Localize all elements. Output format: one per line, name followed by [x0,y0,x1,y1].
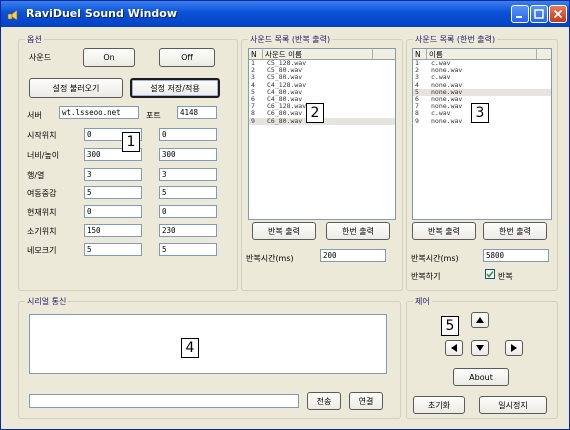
server-input[interactable]: wt.lsseoo.net [59,106,139,119]
option-value-1-input[interactable]: 0 [84,205,142,218]
pause-button[interactable]: 일시정지 [479,396,547,414]
option-value-2-input[interactable]: 3 [159,168,217,181]
about-button[interactable]: About [453,368,509,386]
callout-5: 5 [441,316,459,336]
serial-legend: 시리얼 통신 [25,296,69,307]
arrow-left-icon [451,344,457,352]
load-settings-button[interactable]: 설정 불러오기 [29,78,123,98]
option-row-label: 시작위치 [27,131,57,140]
serial-send-input[interactable] [29,394,299,408]
option-value-2-input[interactable]: 5 [159,186,217,199]
option-value-1-input[interactable]: 5 [84,243,142,256]
option-row-label: 네모크기 [27,246,57,255]
option-value-2-input[interactable]: 300 [159,148,217,161]
right-button[interactable] [505,340,523,356]
left-button[interactable] [445,340,463,356]
close-button[interactable] [549,5,567,23]
title-bar[interactable]: RaviDuel Sound Window [1,1,569,27]
repeat-list-legend: 사운드 목록 (반복 출력) [248,34,333,45]
callout-2: 2 [306,103,324,123]
list-item-name: none.wav [431,116,463,125]
option-row-label: 소기위치 [27,227,57,236]
sound-label: 사운드 [29,53,52,62]
close-icon [553,9,563,19]
control-group: 제어 5 About 초기화 일시정지 [406,296,558,419]
sound-on-button[interactable]: On [83,48,135,67]
minimize-icon [516,16,522,18]
list-item-number: 9 [251,116,255,125]
serial-communication-group: 시리얼 통신 4 전송 연결 [18,296,401,419]
port-input[interactable]: 4148 [177,106,217,119]
repeat-time-label: 반복시간(ms) [411,254,459,263]
repeat-sound-listview[interactable]: N 사운드 이름 1 C5_128.wav 2 C5_80.wav 3 C5_80.wav… [248,48,396,220]
minimize-button[interactable] [511,5,529,23]
callout-1: 1 [122,132,140,152]
control-legend: 제어 [413,296,432,307]
play-once-button[interactable]: 한번 출력 [483,222,547,240]
app-icon [7,9,18,21]
options-legend: 옵션 [25,34,44,45]
reset-button[interactable]: 초기화 [413,396,465,414]
window-title: RaviDuel Sound Window [26,7,178,20]
maximize-button[interactable] [530,5,548,23]
arrow-up-icon [476,317,484,323]
callout-4: 4 [181,338,199,358]
connect-button[interactable]: 연결 [349,392,383,410]
option-value-1-input[interactable]: 150 [84,224,142,237]
option-row-label: 여동중감 [27,189,57,198]
down-button[interactable] [471,340,489,356]
column-n[interactable]: N [413,49,427,59]
app-window: RaviDuel Sound Window 옵션 사운드 On Off 설정 불… [0,0,570,430]
option-value-2-input[interactable]: 0 [159,128,217,141]
repeat-time-input[interactable]: 5800 [483,249,549,262]
server-label: 서버 [27,111,42,120]
option-value-2-input[interactable]: 0 [159,205,217,218]
sound-off-button[interactable]: Off [159,48,215,67]
repeat-toggle-label: 반복하기 [411,272,441,281]
list-item-name: C6_80.wav [267,116,303,125]
repeat-checkbox-caption: 반복 [498,272,513,281]
column-sound-name[interactable]: 사운드 이름 [263,49,373,59]
option-value-2-input[interactable]: 5 [159,243,217,256]
options-group: 옵션 사운드 On Off 설정 불러오기 설정 저장/적용 서버 wt.lss… [18,34,238,291]
once-sound-list-group: 사운드 목록 (한번 출력) N 이름 1 c.wav 2 none.wav 3 c.wa… [406,34,558,291]
checkmark-icon [486,271,494,278]
repeat-sound-list-group: 사운드 목록 (반복 출력) N 사운드 이름 1 C5_128.wav 2 C5_8… [241,34,403,291]
option-value-2-input[interactable]: 230 [159,224,217,237]
port-label: 포트 [146,111,161,120]
maximize-icon [534,9,544,19]
option-value-1-input[interactable]: 3 [84,168,142,181]
repeat-time-label: 반복시간(ms) [246,254,294,263]
repeat-play-button[interactable]: 반복 출력 [252,222,316,240]
callout-3: 3 [471,103,489,123]
send-button[interactable]: 전송 [307,392,341,410]
option-row-label: 행/열 [27,171,45,180]
option-row-label: 현재위치 [27,208,57,217]
list-item-number: 9 [415,116,419,125]
up-button[interactable] [471,312,489,328]
repeat-play-button[interactable]: 반복 출력 [412,222,476,240]
once-list-legend: 사운드 목록 (한번 출력) [413,34,498,45]
play-once-button[interactable]: 한번 출력 [326,222,390,240]
arrow-down-icon [476,345,484,351]
save-apply-settings-button[interactable]: 설정 저장/적용 [130,78,220,98]
repeat-time-input[interactable]: 200 [320,249,386,262]
option-value-1-input[interactable]: 5 [84,186,142,199]
column-n[interactable]: N [249,49,263,59]
once-sound-listview[interactable]: N 이름 1 c.wav 2 none.wav 3 c.wav 4 none.wav 5 none… [412,48,552,220]
column-name[interactable]: 이름 [427,49,537,59]
option-row-label: 너비/높이 [27,151,60,160]
arrow-right-icon [511,344,517,352]
repeat-checkbox[interactable] [485,269,495,279]
serial-log-textarea[interactable] [29,314,387,374]
